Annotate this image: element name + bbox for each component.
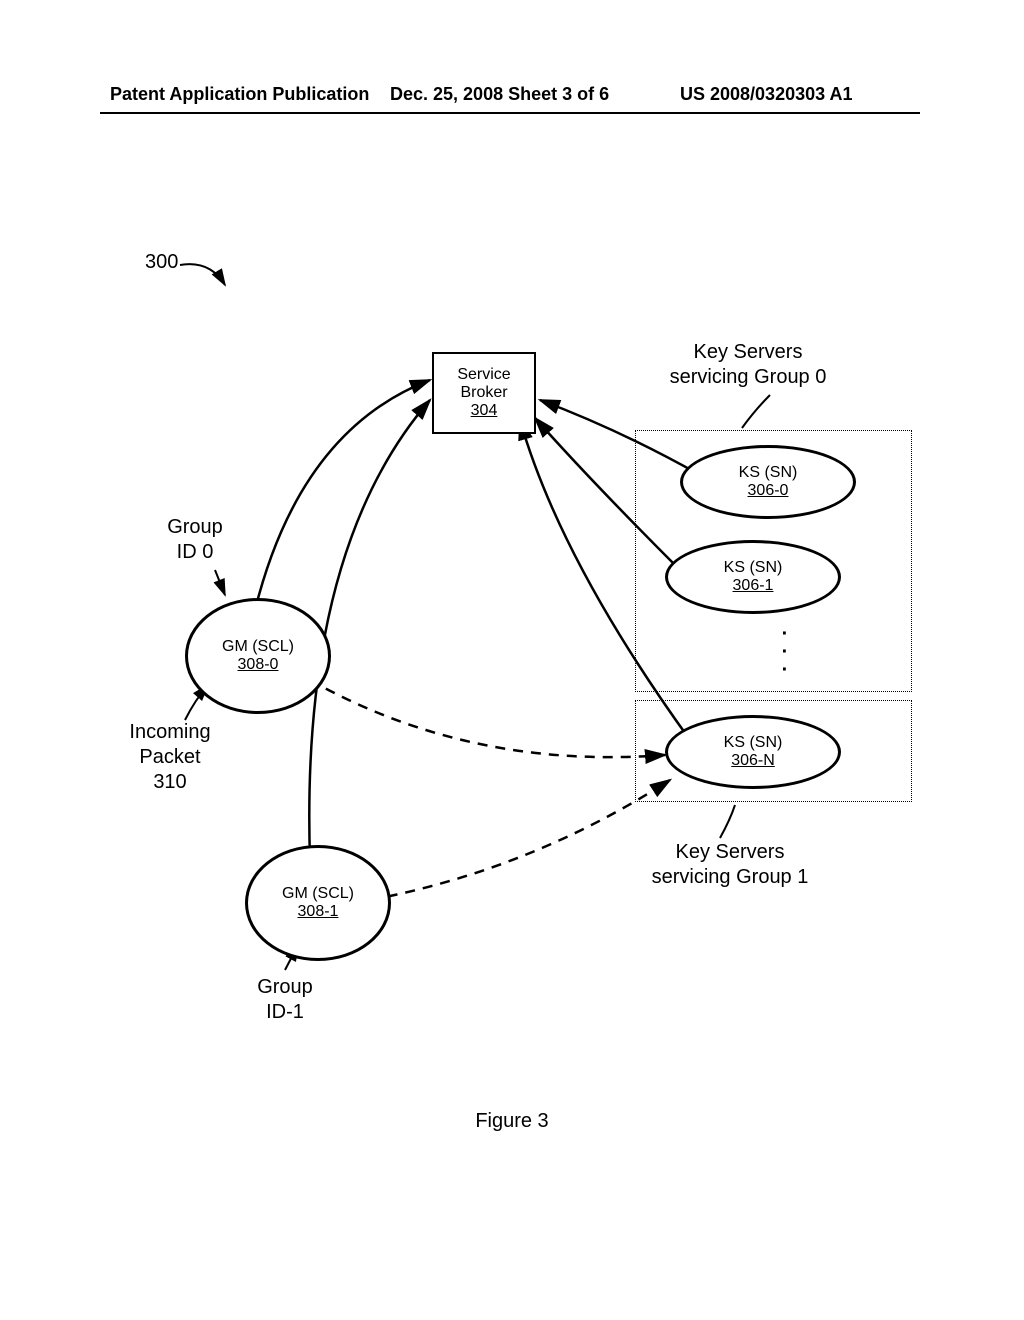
broker-ref: 304 — [434, 402, 534, 420]
ks0-ref: 306-0 — [683, 482, 853, 500]
gm1-line1: GM (SCL) — [248, 885, 388, 903]
group-id0-label: Group ID 0 — [155, 515, 235, 565]
ks-group0-title: Key Servers servicing Group 0 — [638, 340, 858, 390]
group-id1-label: Group ID-1 — [245, 975, 325, 1025]
broker-line2: Broker — [434, 384, 534, 402]
ksn-line1: KS (SN) — [668, 734, 838, 752]
gm1-circle: GM (SCL) 308-1 — [245, 845, 391, 961]
header-right: US 2008/0320303 A1 — [680, 84, 852, 105]
header-rule — [100, 112, 920, 114]
ks1-ellipse: KS (SN) 306-1 — [665, 540, 841, 614]
dots: · · · — [775, 625, 795, 679]
gm1-ref: 308-1 — [248, 903, 388, 921]
incoming-packet-label: Incoming Packet 310 — [115, 720, 225, 795]
page: Patent Application Publication Dec. 25, … — [0, 0, 1024, 1320]
broker-line1: Service — [434, 366, 534, 384]
gm0-line1: GM (SCL) — [188, 638, 328, 656]
ksn-ref: 306-N — [668, 752, 838, 770]
ks-group1-title: Key Servers servicing Group 1 — [620, 840, 840, 890]
ks0-ellipse: KS (SN) 306-0 — [680, 445, 856, 519]
figure-ref: 300 — [145, 250, 178, 275]
service-broker-box: Service Broker 304 — [432, 352, 536, 434]
header-mid: Dec. 25, 2008 Sheet 3 of 6 — [390, 84, 609, 105]
ks1-line1: KS (SN) — [668, 559, 838, 577]
gm0-ref: 308-0 — [188, 656, 328, 674]
ks1-ref: 306-1 — [668, 577, 838, 595]
ksn-ellipse: KS (SN) 306-N — [665, 715, 841, 789]
gm0-circle: GM (SCL) 308-0 — [185, 598, 331, 714]
ks0-line1: KS (SN) — [683, 464, 853, 482]
figure-caption: Figure 3 — [0, 1110, 1024, 1133]
header-left: Patent Application Publication — [110, 84, 369, 105]
